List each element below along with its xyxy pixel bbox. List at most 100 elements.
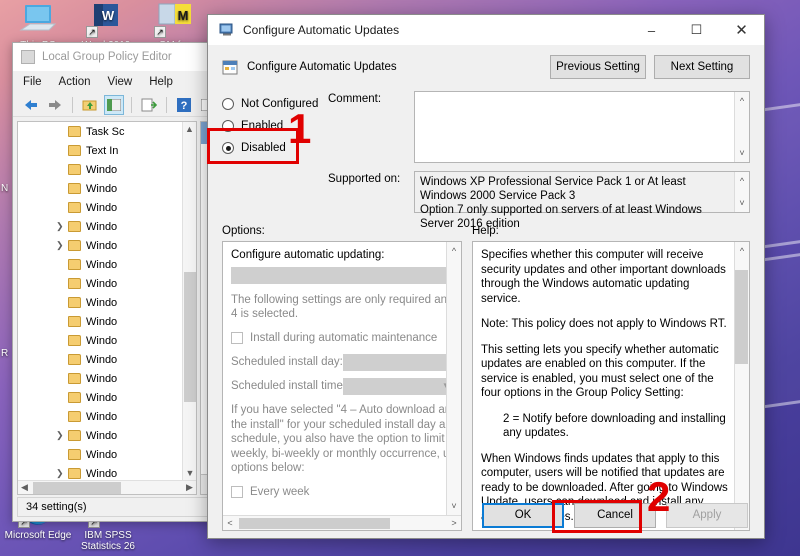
limit-updating-line: options below: xyxy=(231,461,453,476)
tree-item[interactable]: Windo xyxy=(18,350,196,369)
tree-item[interactable]: Windo xyxy=(18,445,196,464)
help-scroll-thumb[interactable] xyxy=(735,270,748,364)
tree-item[interactable]: Text In xyxy=(18,141,196,160)
help-icon[interactable]: ? xyxy=(174,95,194,115)
scroll-up-icon[interactable]: ^ xyxy=(740,174,744,188)
tree-item[interactable]: ❯Windo xyxy=(18,217,196,236)
tree-horizontal-scrollbar[interactable]: ◀ ▶ xyxy=(18,480,196,494)
folder-icon xyxy=(68,126,81,137)
chevron-right-icon[interactable]: ❯ xyxy=(56,240,64,251)
scroll-down-icon[interactable]: ˅ xyxy=(739,196,744,210)
tree-item[interactable]: Windo xyxy=(18,331,196,350)
cancel-button[interactable]: Cancel xyxy=(574,503,656,528)
next-setting-button[interactable]: Next Setting xyxy=(654,55,750,79)
supported-on-box[interactable]: Windows XP Professional Service Pack 1 o… xyxy=(414,171,750,213)
dialog-titlebar[interactable]: Configure Automatic Updates – ☐ ✕ xyxy=(208,15,764,45)
dialog-subheader: Configure Automatic Updates Previous Set… xyxy=(208,45,764,89)
folder-icon xyxy=(68,354,81,365)
tree-item[interactable]: Task Sc xyxy=(18,122,196,141)
chevron-right-icon[interactable]: ❯ xyxy=(56,468,64,479)
tree-item-label: Windo xyxy=(86,449,117,461)
install-during-maintenance-checkbox[interactable]: Install during automatic maintenance xyxy=(231,331,453,346)
options-note-line: 4 is selected. xyxy=(231,307,453,322)
up-folder-icon[interactable] xyxy=(80,95,100,115)
folder-icon xyxy=(68,392,81,403)
forward-arrow-icon[interactable] xyxy=(45,95,65,115)
menu-view[interactable]: View xyxy=(108,76,133,88)
minimize-button[interactable]: – xyxy=(629,15,674,45)
comment-input[interactable]: ^ ˅ xyxy=(414,91,750,163)
menu-action[interactable]: Action xyxy=(59,76,91,88)
install-during-maintenance-label: Install during automatic maintenance xyxy=(250,331,437,346)
maximize-button[interactable]: ☐ xyxy=(674,15,719,45)
gpe-tree-pane[interactable]: Task ScText InWindoWindoWindo❯Windo❯Wind… xyxy=(17,121,197,495)
gpe-tree-list[interactable]: Task ScText InWindoWindoWindo❯Windo❯Wind… xyxy=(18,122,196,495)
close-button[interactable]: ✕ xyxy=(719,15,764,45)
help-box[interactable]: Specifies whether this computer will rec… xyxy=(472,241,750,531)
supported-on-scrollbar[interactable]: ^ ˅ xyxy=(734,172,749,212)
radio-enabled-label: Enabled xyxy=(241,120,283,132)
radio-not-configured-label: Not Configured xyxy=(241,98,318,110)
menu-help[interactable]: Help xyxy=(149,76,173,88)
tree-item[interactable]: Windo xyxy=(18,255,196,274)
help-paragraph: Note: This policy does not apply to Wind… xyxy=(481,317,729,332)
tree-item[interactable]: Windo xyxy=(18,407,196,426)
checkbox-icon xyxy=(231,332,243,344)
tree-item[interactable]: Windo xyxy=(18,312,196,331)
radio-not-configured[interactable]: Not Configured xyxy=(222,93,328,115)
comment-label: Comment: xyxy=(328,91,414,163)
scroll-up-icon[interactable]: ^ xyxy=(740,94,744,108)
tree-hscroll-thumb[interactable] xyxy=(33,482,121,494)
show-hide-tree-icon[interactable] xyxy=(104,95,124,115)
folder-icon xyxy=(68,430,81,441)
scroll-up-icon[interactable]: ^ xyxy=(452,244,456,259)
scroll-up-icon[interactable]: ^ xyxy=(740,244,744,259)
folder-icon xyxy=(68,316,81,327)
scroll-down-icon[interactable]: ˅ xyxy=(739,146,744,160)
scroll-up-icon[interactable]: ▲ xyxy=(183,124,196,134)
menu-file[interactable]: File xyxy=(23,76,42,88)
comment-scrollbar[interactable]: ^ ˅ xyxy=(734,92,749,162)
scroll-left-icon[interactable]: ◀ xyxy=(18,482,31,493)
tree-item[interactable]: Windo xyxy=(18,388,196,407)
options-box[interactable]: Configure automatic updating: The follow… xyxy=(222,241,462,531)
tree-item[interactable]: Windo xyxy=(18,369,196,388)
tree-item[interactable]: Windo xyxy=(18,274,196,293)
tree-vertical-scrollbar[interactable]: ▲ ▼ xyxy=(182,122,196,480)
tree-scroll-thumb[interactable] xyxy=(184,272,196,402)
scheduled-install-day-row: Scheduled install day: xyxy=(231,354,453,371)
tree-item[interactable]: Windo xyxy=(18,160,196,179)
radio-disabled[interactable]: Disabled xyxy=(222,137,328,159)
chevron-right-icon[interactable]: ❯ xyxy=(56,430,64,441)
configure-automatic-updates-dialog[interactable]: Configure Automatic Updates – ☐ ✕ Config… xyxy=(207,14,765,539)
configure-updating-combo[interactable] xyxy=(231,267,459,284)
tree-item-label: Windo xyxy=(86,354,117,366)
previous-setting-button[interactable]: Previous Setting xyxy=(550,55,646,79)
toolbar-separator xyxy=(131,97,132,113)
scroll-right-icon[interactable]: ▶ xyxy=(183,482,196,493)
scheduled-install-day-combo[interactable] xyxy=(343,354,453,371)
tree-item-label: Windo xyxy=(86,202,117,214)
radio-enabled[interactable]: Enabled xyxy=(222,115,328,137)
scroll-down-icon[interactable]: ▼ xyxy=(183,468,197,478)
tree-item[interactable]: Windo xyxy=(18,179,196,198)
ok-button[interactable]: OK xyxy=(482,503,564,528)
options-vertical-scrollbar[interactable]: ^ ˅ xyxy=(446,242,461,515)
tree-item[interactable]: ❯ Windo xyxy=(18,236,196,255)
apply-button[interactable]: Apply xyxy=(666,503,748,528)
tree-item[interactable]: Windo xyxy=(18,293,196,312)
tree-item-label: Windo xyxy=(86,240,117,252)
folder-icon xyxy=(68,373,81,384)
desktop-icon-label: IBM SPSS Statistics 26 xyxy=(74,530,142,552)
tree-item-label: Text In xyxy=(86,145,118,157)
tree-item-label: Windo xyxy=(86,259,117,271)
limit-updating-line: If you have selected "4 – Auto download … xyxy=(231,403,453,418)
chevron-right-icon[interactable]: ❯ xyxy=(56,221,64,232)
export-list-icon[interactable] xyxy=(139,95,159,115)
policy-state-radio-group[interactable]: Not Configured Enabled Disabled xyxy=(222,91,328,221)
folder-icon xyxy=(68,278,81,289)
tree-item[interactable]: ❯Windo xyxy=(18,426,196,445)
tree-item[interactable]: Windo xyxy=(18,198,196,217)
scheduled-install-time-combo[interactable] xyxy=(343,378,453,395)
back-arrow-icon[interactable] xyxy=(21,95,41,115)
